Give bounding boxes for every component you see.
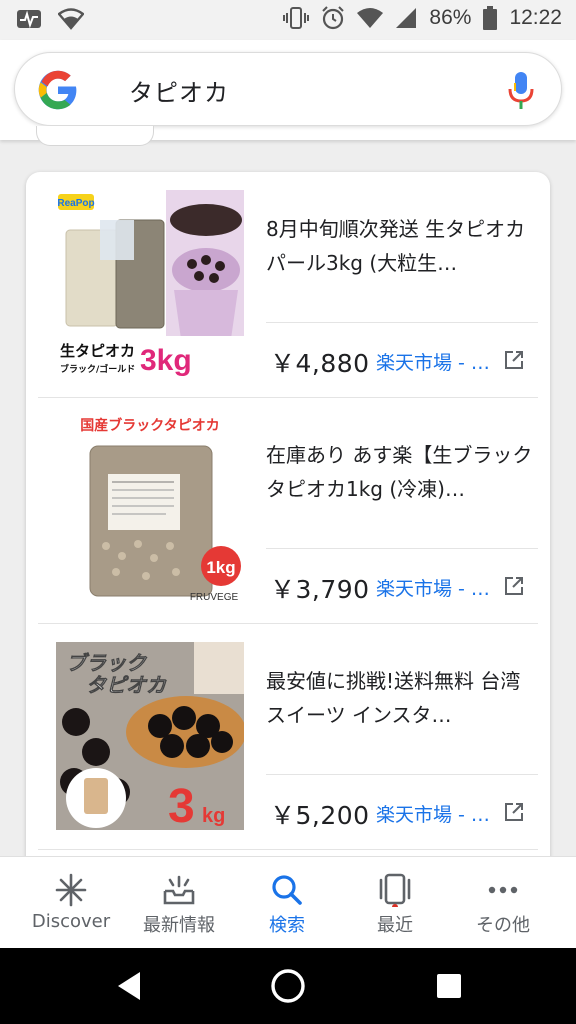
- product-price: ￥5,200: [270, 801, 370, 830]
- nav-recent[interactable]: 最近: [340, 857, 450, 949]
- nav-updates[interactable]: 最新情報: [124, 857, 234, 949]
- image-weight: 1kg: [206, 558, 235, 577]
- product-title[interactable]: 最安値に挑戦!送料無料 台湾スイーツ インスタ…: [266, 664, 536, 732]
- image-caption: 生タピオカ: [60, 342, 135, 360]
- nav-label: 最新情報: [143, 915, 215, 936]
- status-bar: 86% 12:22: [0, 0, 576, 40]
- product-image: ReaPop 生タピオカ ブラック/ゴールド 3kg: [56, 190, 244, 378]
- image-weight: 3kg: [140, 344, 192, 377]
- open-external-icon[interactable]: [504, 576, 524, 596]
- shopping-results-card: ReaPop 生タピオカ ブラック/ゴールド 3kg 8月中旬順次発送 生タピオ…: [26, 172, 550, 872]
- back-icon[interactable]: [114, 970, 144, 1002]
- bottom-navigation: Discover 最新情報 検索 最近 その他: [0, 856, 576, 948]
- image-brand: FRUVEGE: [190, 592, 239, 603]
- filter-chip-partial[interactable]: [36, 126, 154, 146]
- nav-label: 検索: [269, 915, 305, 936]
- product-image: 国産ブラックタピオカ 1kg FRUVEGE: [56, 416, 244, 604]
- alarm-icon: [322, 6, 345, 30]
- battery-percent: 86%: [429, 6, 472, 29]
- activity-icon: [17, 10, 41, 29]
- wifi-icon: [357, 8, 384, 28]
- search-icon: [272, 875, 302, 905]
- search-box[interactable]: タピオカ: [14, 52, 562, 126]
- image-subcaption: ブラック/ゴールド: [60, 363, 135, 375]
- image-weight-unit: kg: [202, 805, 225, 827]
- seller-link[interactable]: 楽天市場 - …: [376, 800, 490, 827]
- more-dots-icon: [488, 886, 518, 894]
- vibrate-icon: [283, 7, 310, 29]
- product-item[interactable]: ブラック タピオカ 3 kg 最安値に挑戦!送料無料 台湾スイーツ インスタ… …: [26, 624, 550, 850]
- item-divider: [38, 849, 538, 850]
- seller-link[interactable]: 楽天市場 - …: [376, 574, 490, 601]
- mic-icon[interactable]: [507, 71, 535, 111]
- product-item[interactable]: ReaPop 生タピオカ ブラック/ゴールド 3kg 8月中旬順次発送 生タピオ…: [26, 172, 550, 398]
- battery-icon: [483, 6, 498, 30]
- divider: [266, 548, 538, 549]
- search-query[interactable]: タピオカ: [129, 73, 229, 108]
- open-external-icon[interactable]: [504, 350, 524, 370]
- signal-icon: [396, 8, 417, 28]
- seller-link[interactable]: 楽天市場 - …: [376, 348, 490, 375]
- nav-search[interactable]: 検索: [232, 857, 342, 949]
- nav-label: 最近: [377, 915, 413, 936]
- product-item[interactable]: 国産ブラックタピオカ 1kg FRUVEGE 在庫あり あす楽【生ブラックタピオ…: [26, 398, 550, 624]
- divider: [266, 774, 538, 775]
- asterisk-icon: [55, 873, 87, 907]
- divider: [266, 322, 538, 323]
- brand-badge-text: ReaPop: [57, 198, 94, 209]
- nav-more[interactable]: その他: [448, 857, 558, 949]
- image-caption-2: タピオカ: [86, 673, 167, 697]
- image-weight: 3: [168, 780, 195, 830]
- system-navigation-bar: [0, 948, 576, 1024]
- product-price: ￥4,880: [270, 349, 370, 378]
- image-caption: 国産ブラックタピオカ: [80, 417, 219, 434]
- nav-label: その他: [476, 915, 530, 936]
- nav-label: Discover: [31, 911, 111, 932]
- nav-discover[interactable]: Discover: [16, 857, 126, 949]
- home-icon[interactable]: [270, 968, 306, 1004]
- wifi-outline-icon: [58, 8, 84, 30]
- overview-icon[interactable]: [436, 973, 462, 999]
- updates-tray-icon: [163, 875, 195, 905]
- search-header: タピオカ: [0, 40, 576, 140]
- product-title[interactable]: 8月中旬順次発送 生タピオカパール3kg (大粒生…: [266, 212, 536, 280]
- product-title[interactable]: 在庫あり あす楽【生ブラックタピオカ1kg (冷凍)…: [266, 438, 536, 506]
- recent-cards-icon: [379, 873, 411, 907]
- product-price: ￥3,790: [270, 575, 370, 604]
- clock: 12:22: [509, 6, 562, 29]
- google-logo-icon: [38, 70, 77, 110]
- open-external-icon[interactable]: [504, 802, 524, 822]
- image-caption: ブラック: [66, 651, 148, 675]
- product-image: ブラック タピオカ 3 kg: [56, 642, 244, 830]
